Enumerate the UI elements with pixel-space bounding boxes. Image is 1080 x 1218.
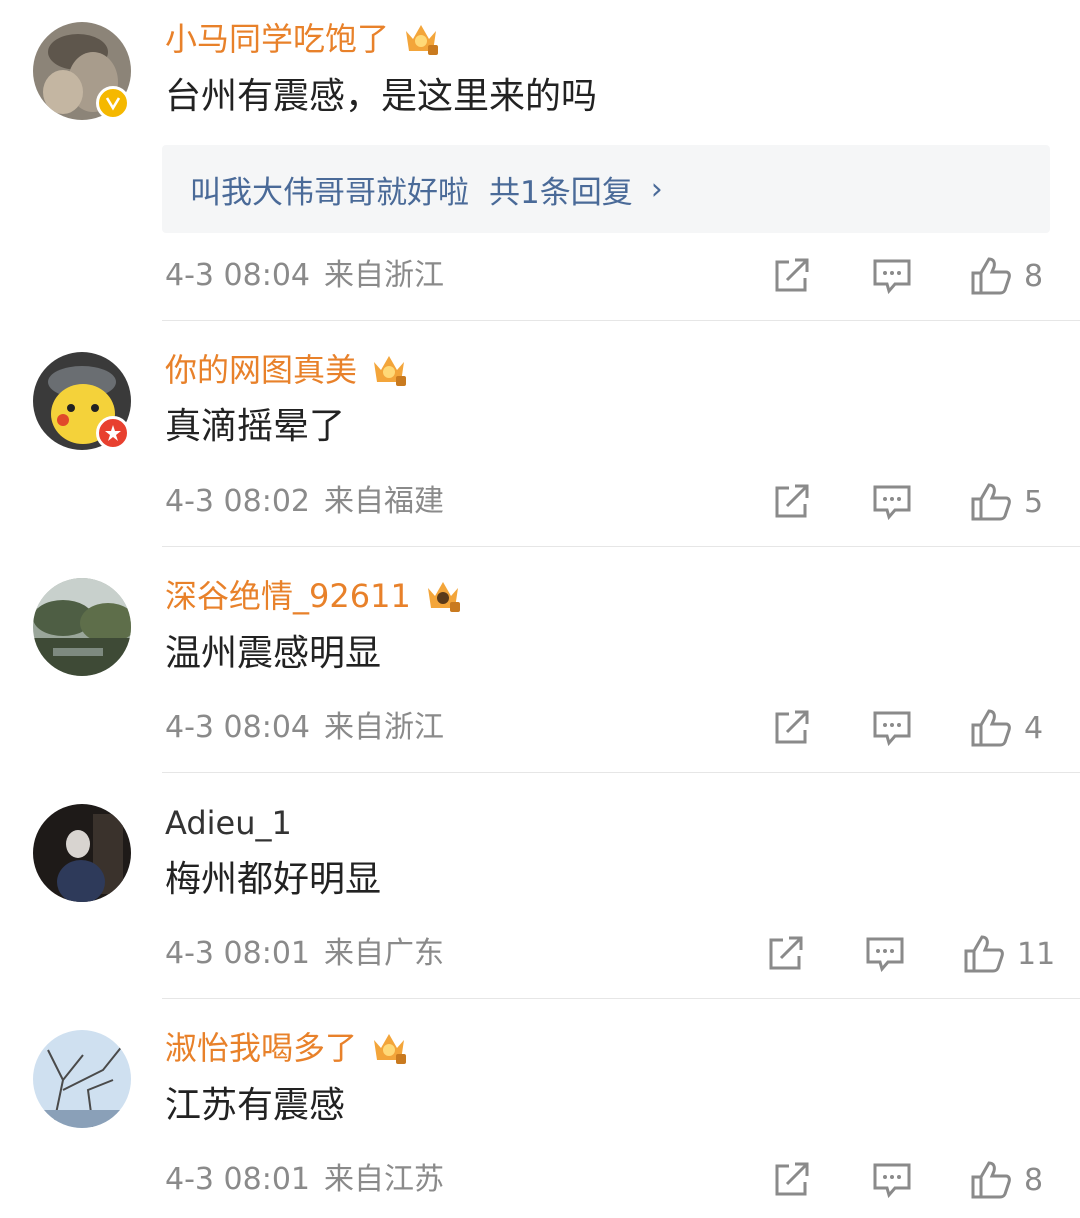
thumbs-up-icon <box>971 483 1011 521</box>
crown-icon <box>406 25 439 55</box>
share-icon <box>775 710 809 744</box>
share-icon <box>775 484 809 518</box>
avatar[interactable] <box>33 1030 131 1128</box>
username[interactable]: Adieu_1 <box>165 803 292 843</box>
divider <box>162 998 1080 999</box>
share-button[interactable] <box>773 710 811 746</box>
avatar[interactable] <box>33 804 131 902</box>
share-icon <box>769 936 803 970</box>
like-button[interactable]: 4 <box>970 708 1043 748</box>
timestamp: 4-3 08:01 <box>165 1162 310 1197</box>
like-button[interactable]: 5 <box>970 482 1043 522</box>
comment-text: 梅州都好明显 <box>165 859 382 900</box>
comment-meta: 4-3 08:01 来自江苏 <box>165 1162 444 1198</box>
comment-icon <box>873 259 911 294</box>
comment-meta: 4-3 08:01 来自广东 <box>165 936 444 972</box>
share-icon <box>775 258 809 292</box>
thumbs-up-icon <box>964 935 1004 973</box>
avatar[interactable] <box>33 578 131 676</box>
comment-text: 江苏有震感 <box>165 1085 346 1126</box>
reply-author[interactable]: 叫我大伟哥哥就好啦 <box>190 167 469 212</box>
like-count: 5 <box>1024 484 1044 520</box>
location: 来自江苏 <box>324 1162 444 1197</box>
timestamp: 4-3 08:02 <box>165 484 310 519</box>
thumbs-up-icon <box>971 709 1011 747</box>
comment-icon <box>873 485 911 520</box>
chevron-right-icon: › <box>650 171 663 207</box>
comment-icon <box>873 711 911 746</box>
crown-icon <box>374 1034 407 1064</box>
comment-icon <box>866 937 904 972</box>
comment-icon <box>873 1163 911 1198</box>
like-count: 11 <box>1017 936 1056 972</box>
divider <box>162 546 1080 547</box>
comment-text: 真滴摇晕了 <box>165 406 346 447</box>
timestamp: 4-3 08:04 <box>165 258 310 293</box>
divider <box>162 772 1080 773</box>
location: 来自浙江 <box>324 258 444 293</box>
like-count: 8 <box>1024 1162 1044 1198</box>
username[interactable]: 小马同学吃饱了 <box>165 19 441 59</box>
like-button[interactable]: 11 <box>963 934 1055 974</box>
comment-button[interactable] <box>873 1162 911 1198</box>
like-button[interactable]: 8 <box>970 256 1043 296</box>
thumbs-up-icon <box>971 1161 1011 1199</box>
comment-meta: 4-3 08:04 来自浙江 <box>165 258 444 294</box>
timestamp: 4-3 08:01 <box>165 936 310 971</box>
comment-button[interactable] <box>873 258 911 294</box>
share-button[interactable] <box>767 936 805 972</box>
comment-text: 台州有震感，是这里来的吗 <box>165 76 598 117</box>
comment-button[interactable] <box>873 484 911 520</box>
like-count: 4 <box>1024 710 1044 746</box>
comment-meta: 4-3 08:04 来自浙江 <box>165 710 444 746</box>
share-button[interactable] <box>773 1162 811 1198</box>
reply-count[interactable]: 共1条回复 <box>489 167 633 212</box>
verified-v-icon <box>96 86 130 120</box>
like-button[interactable]: 8 <box>970 1160 1043 1200</box>
reply-preview[interactable]: 叫我大伟哥哥就好啦 共1条回复 › <box>162 145 1050 233</box>
like-count: 8 <box>1024 258 1044 294</box>
location: 来自浙江 <box>324 710 444 745</box>
location: 来自广东 <box>324 936 444 971</box>
comment-text: 温州震感明显 <box>165 633 382 674</box>
username[interactable]: 淑怡我喝多了 <box>165 1028 409 1068</box>
crown-icon <box>374 356 407 386</box>
username[interactable]: 深谷绝情_92611 <box>165 576 463 616</box>
share-icon <box>775 1162 809 1196</box>
comment-meta: 4-3 08:02 来自福建 <box>165 484 444 520</box>
share-button[interactable] <box>773 484 811 520</box>
crown-icon <box>427 582 460 612</box>
location: 来自福建 <box>324 484 444 519</box>
comment-button[interactable] <box>873 710 911 746</box>
share-button[interactable] <box>773 258 811 294</box>
timestamp: 4-3 08:04 <box>165 710 310 745</box>
thumbs-up-icon <box>971 257 1011 295</box>
divider <box>162 320 1080 321</box>
verified-star-icon <box>96 416 130 450</box>
username[interactable]: 你的网图真美 <box>165 350 409 390</box>
comment-button[interactable] <box>866 936 904 972</box>
